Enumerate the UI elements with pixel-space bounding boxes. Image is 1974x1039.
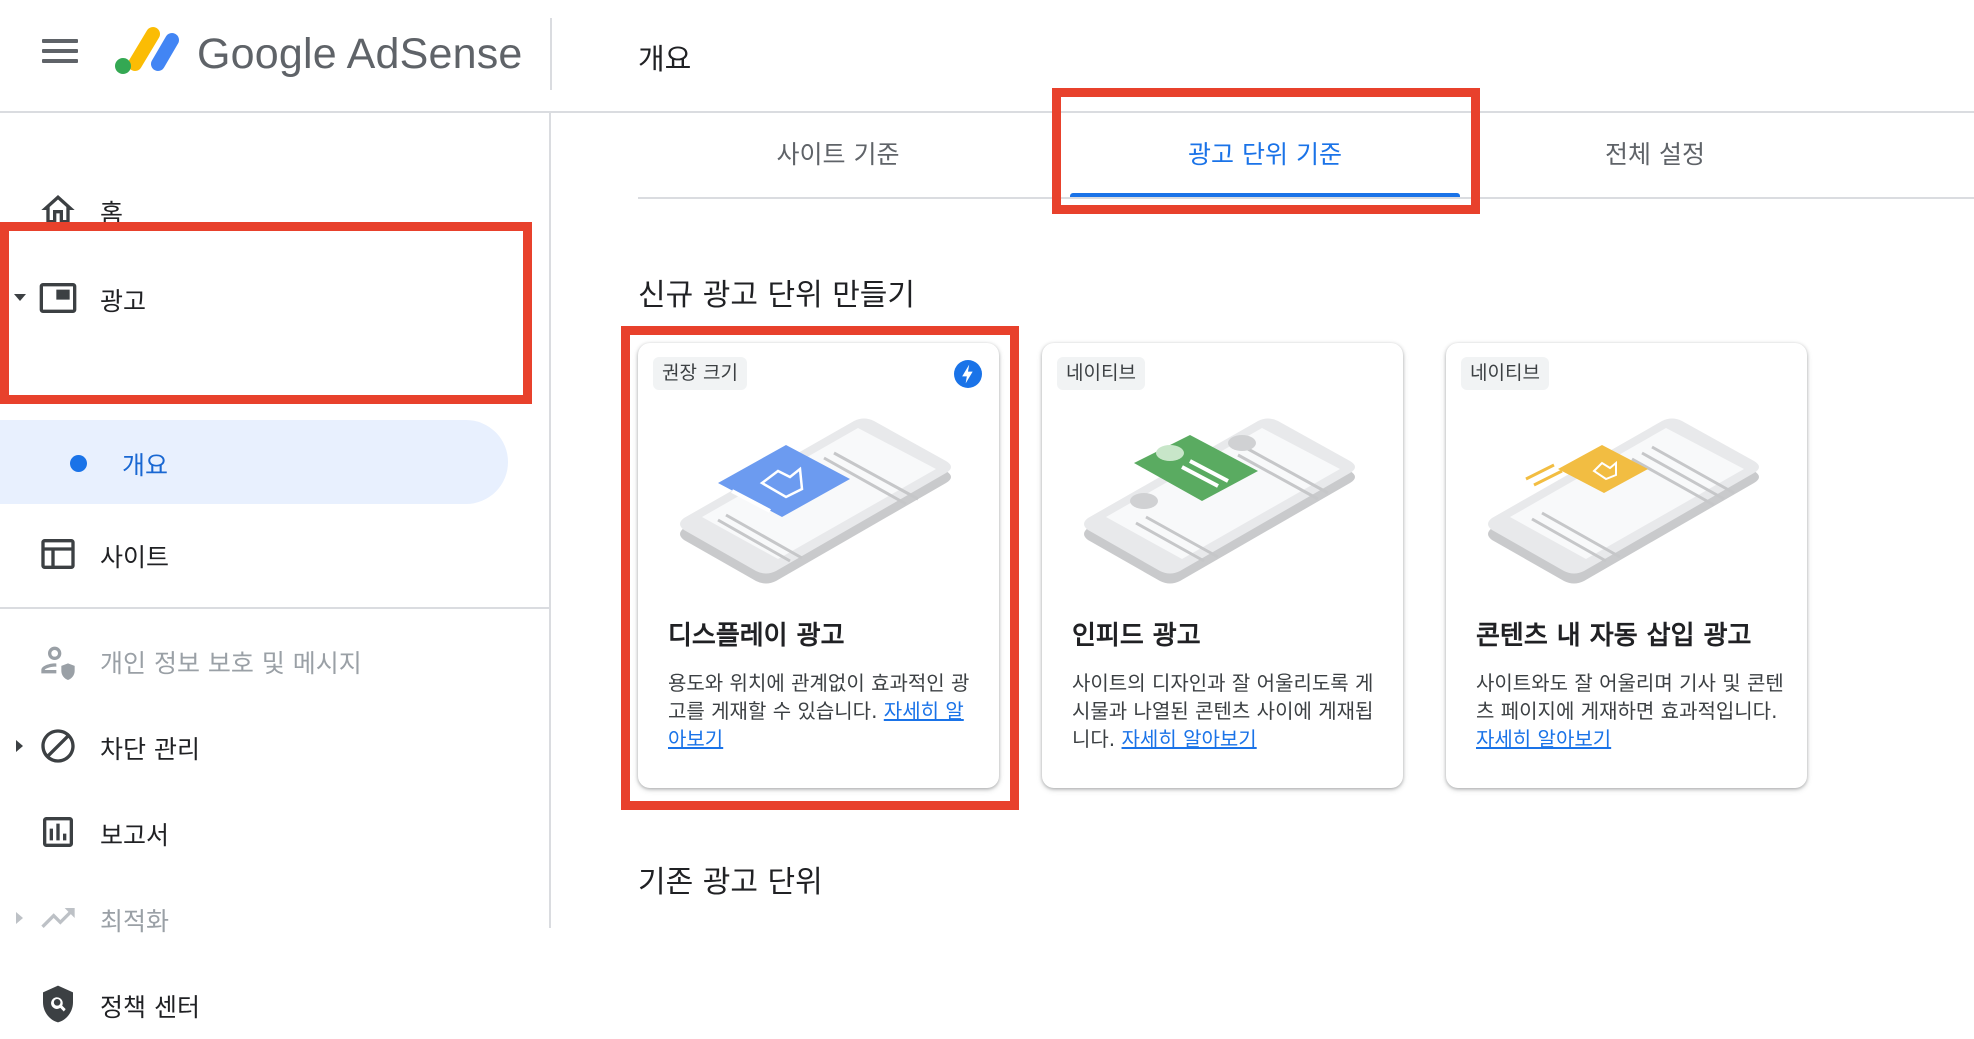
existing-ad-units-heading: 기존 광고 단위 xyxy=(638,865,823,900)
expand-more-icon xyxy=(16,740,23,752)
card-description: 사이트의 디자인과 잘 어울리도록 게시물과 나열된 콘텐츠 사이에 게재됩니다… xyxy=(1072,669,1382,753)
selected-dot-icon xyxy=(70,455,87,472)
sidebar-item-label: 보고서 xyxy=(100,821,170,850)
sidebar: 홈 광고 개요 사이트 개인 정보 보호 및 메시지 차단 관리 보고서 최적화… xyxy=(0,113,551,1023)
tab-global-settings[interactable]: 전체 설정 xyxy=(1460,113,1850,199)
brand-name: Google AdSense xyxy=(197,30,523,78)
adsense-logo-icon xyxy=(115,27,179,74)
recommended-size-badge: 권장 크기 xyxy=(653,357,747,390)
sidebar-item-policy[interactable]: 정책 센터 xyxy=(0,969,549,1039)
sites-icon xyxy=(41,539,75,569)
native-badge: 네이티브 xyxy=(1057,357,1145,390)
active-tab-indicator xyxy=(1070,193,1460,197)
sidebar-subitem-overview[interactable]: 개요 xyxy=(0,420,508,504)
sidebar-item-sites[interactable]: 사이트 xyxy=(0,519,549,589)
card-title: 인피드 광고 xyxy=(1072,621,1201,651)
ads-icon xyxy=(39,283,77,313)
sidebar-item-ads[interactable]: 광고 xyxy=(0,263,549,333)
header-divider xyxy=(550,18,552,90)
tab-by-site[interactable]: 사이트 기준 xyxy=(638,113,1038,199)
optimize-icon xyxy=(41,908,75,928)
sidebar-item-label: 광고 xyxy=(100,287,147,316)
reports-icon xyxy=(43,817,73,847)
policy-icon xyxy=(43,985,73,1023)
display-ad-illustration xyxy=(680,418,951,584)
sidebar-item-blocking[interactable]: 차단 관리 xyxy=(0,711,549,781)
tab-bar: 사이트 기준 광고 단위 기준 전체 설정 xyxy=(638,113,1974,199)
card-title: 디스플레이 광고 xyxy=(668,621,845,651)
sidebar-divider xyxy=(0,607,549,609)
sidebar-item-label: 차단 관리 xyxy=(100,735,200,764)
new-ad-unit-heading: 신규 광고 단위 만들기 xyxy=(638,278,916,313)
home-icon xyxy=(41,195,75,224)
sidebar-item-label: 최적화 xyxy=(100,907,170,936)
learn-more-link[interactable]: 자세히 알아보기 xyxy=(1476,727,1611,751)
learn-more-link[interactable]: 자세히 알아보기 xyxy=(1122,727,1257,751)
page-title: 개요 xyxy=(638,42,692,76)
block-icon xyxy=(41,729,75,763)
in-article-ad-card[interactable]: 네이티브 콘텐츠 내 자동 삽입 광고 사이트와도 잘 어울리며 기사 및 콘텐… xyxy=(1446,343,1807,788)
sidebar-item-home[interactable]: 홈 xyxy=(0,175,549,245)
sidebar-item-label: 개인 정보 보호 및 메시지 xyxy=(100,649,362,678)
card-title: 콘텐츠 내 자동 삽입 광고 xyxy=(1476,621,1752,651)
card-description: 사이트와도 잘 어울리며 기사 및 콘텐츠 페이지에 게재하면 효과적입니다. … xyxy=(1476,669,1786,753)
sidebar-item-privacy[interactable]: 개인 정보 보호 및 메시지 xyxy=(0,625,549,695)
sidebar-item-label: 사이트 xyxy=(100,543,170,572)
sidebar-subitem-label: 개요 xyxy=(122,451,169,480)
expand-less-icon xyxy=(14,294,26,301)
sidebar-item-label: 홈 xyxy=(100,199,124,228)
privacy-icon xyxy=(41,646,75,680)
top-app-bar: Google AdSense 개요 xyxy=(0,0,1974,113)
sidebar-item-label: 정책 센터 xyxy=(100,993,200,1022)
sidebar-item-optimize[interactable]: 최적화 xyxy=(0,883,549,953)
card-description: 용도와 위치에 관계없이 효과적인 광고를 게재할 수 있습니다. 자세히 알아… xyxy=(668,669,978,753)
native-badge: 네이티브 xyxy=(1461,357,1549,390)
in-article-ad-illustration xyxy=(1488,418,1759,584)
card-description-text: 사이트와도 잘 어울리며 기사 및 콘텐츠 페이지에 게재하면 효과적입니다. xyxy=(1476,671,1784,723)
sidebar-item-reports[interactable]: 보고서 xyxy=(0,797,549,867)
in-feed-ad-card[interactable]: 네이티브 인피드 광고 사이트의 디자인과 잘 어울리도록 게시물과 나열된 콘… xyxy=(1042,343,1403,788)
bolt-icon xyxy=(954,360,982,388)
tab-by-ad-unit[interactable]: 광고 단위 기준 xyxy=(1070,113,1460,199)
menu-icon[interactable] xyxy=(38,34,82,72)
display-ad-card[interactable]: 권장 크기 디스플레이 광고 용도와 위치에 관계없이 효과적인 광고를 게재할… xyxy=(638,343,999,788)
in-feed-ad-illustration xyxy=(1084,418,1355,584)
expand-more-icon xyxy=(16,912,23,924)
